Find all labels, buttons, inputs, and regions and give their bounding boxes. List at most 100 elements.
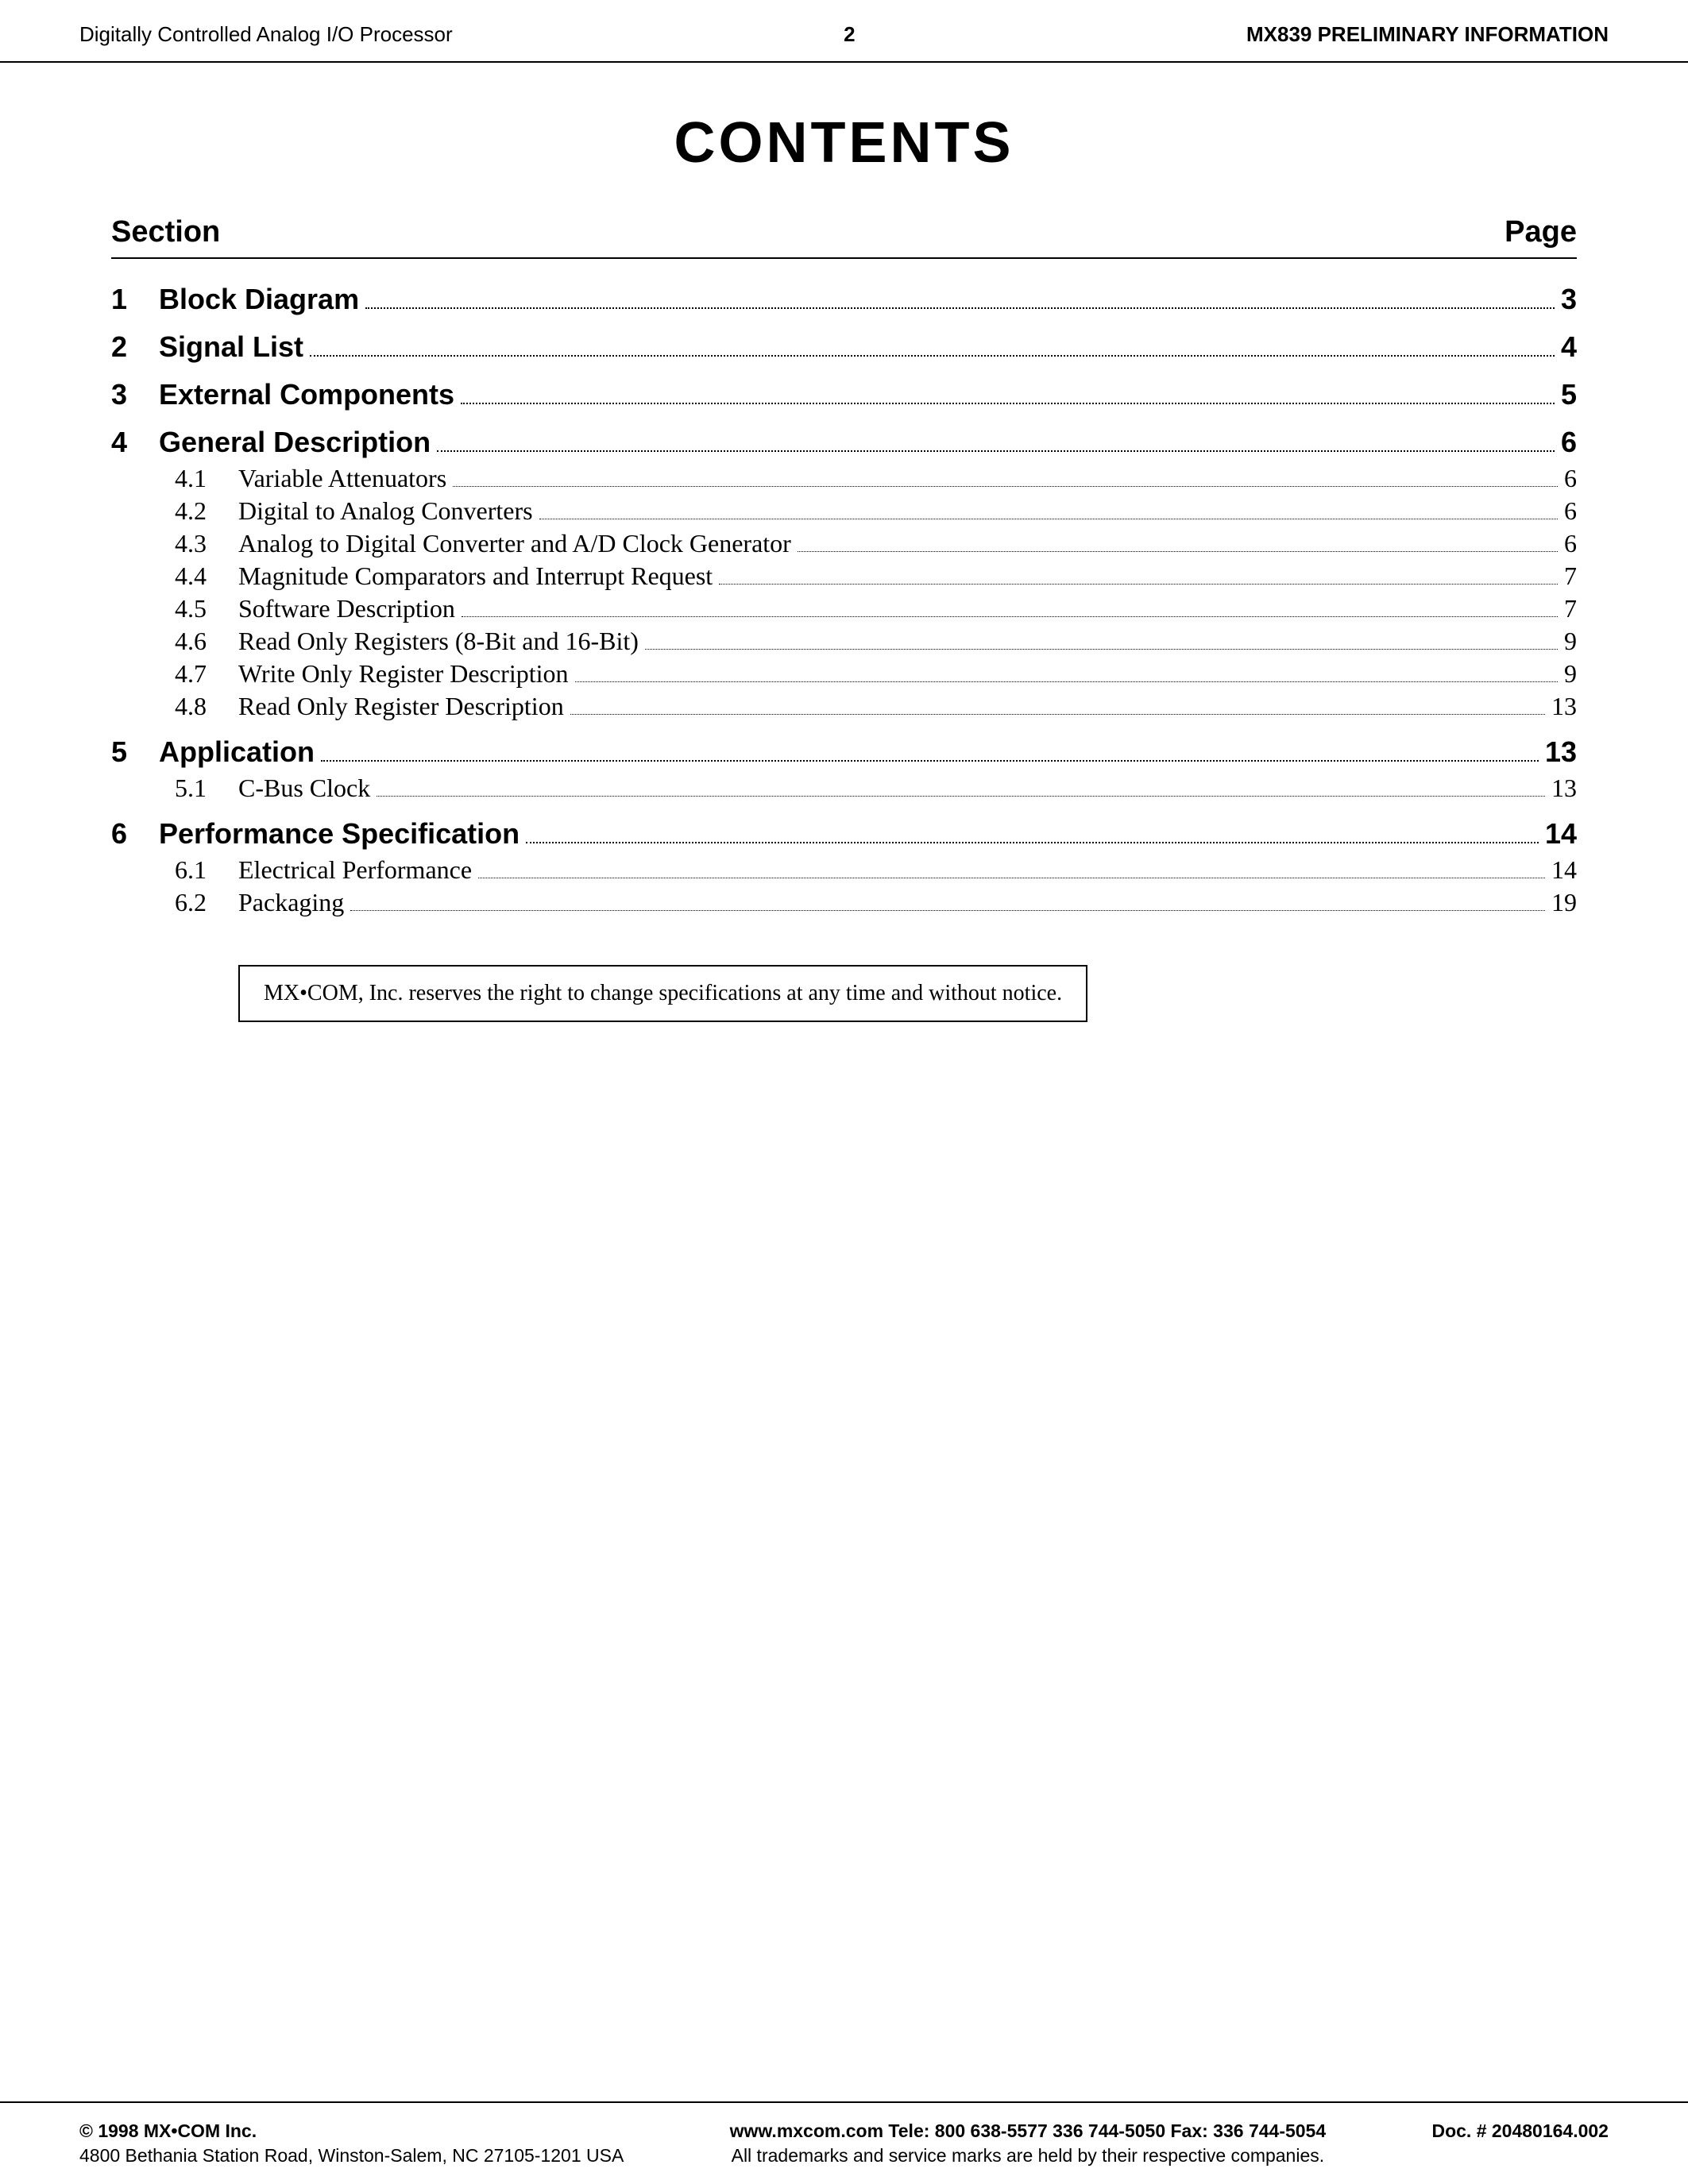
toc-sub-title: Magnitude Comparators and Interrupt Requ…	[238, 561, 713, 591]
toc-sub-entry: 4.6Read Only Registers (8-Bit and 16-Bit…	[111, 627, 1577, 656]
toc-sub-page: 13	[1551, 774, 1577, 803]
toc-sub-num: 4.4	[175, 561, 238, 591]
toc-sub-title: Read Only Register Description	[238, 692, 564, 721]
toc-sub-page: 9	[1564, 627, 1577, 656]
toc-sub-entry: 4.5Software Description 7	[111, 594, 1577, 623]
toc-sub-title: Variable Attenuators	[238, 464, 446, 493]
header-right-text: MX839 PRELIMINARY INFORMATION	[1246, 22, 1609, 47]
toc-entry: 4General Description6	[111, 426, 1577, 459]
toc-entry-page: 6	[1561, 426, 1577, 459]
footer-address: 4800 Bethania Station Road, Winston-Sale…	[79, 2145, 624, 2167]
toc-entry-num: 3	[111, 378, 159, 411]
toc-sub-dots	[798, 551, 1558, 552]
toc-sub-num: 4.5	[175, 594, 238, 623]
toc-sub-title: C-Bus Clock	[238, 774, 370, 803]
toc-entry-page: 3	[1561, 283, 1577, 316]
footer-left: © 1998 MX•COM Inc. 4800 Bethania Station…	[79, 2120, 624, 2167]
toc-sub-num: 6.2	[175, 888, 238, 917]
toc-entry-num: 1	[111, 283, 159, 316]
toc-sub-page: 19	[1551, 888, 1577, 917]
toc-sub-dots	[462, 616, 1558, 617]
toc-entry: 1Block Diagram 3	[111, 283, 1577, 316]
toc-entry: 6Performance Specification 14	[111, 817, 1577, 851]
toc-sub-page: 13	[1551, 692, 1577, 721]
footer-copyright: © 1998 MX•COM Inc.	[79, 2120, 624, 2142]
toc-sub-num: 4.3	[175, 529, 238, 558]
toc-sub-page: 9	[1564, 659, 1577, 689]
toc-sub-entry: 4.8Read Only Register Description 13	[111, 692, 1577, 721]
toc-header-row: Section Page	[111, 215, 1577, 259]
footer-doc-number: Doc. # 20480164.002	[1431, 2120, 1609, 2142]
toc-entry-dots	[461, 403, 1555, 404]
toc-sub-num: 4.2	[175, 496, 238, 526]
toc-sub-page: 14	[1551, 855, 1577, 885]
toc-entry-num: 5	[111, 735, 159, 769]
toc-sub-entry: 6.2Packaging19	[111, 888, 1577, 917]
toc-sub-page: 7	[1564, 561, 1577, 591]
notice-box: MX•COM, Inc. reserves the right to chang…	[238, 965, 1087, 1022]
toc-sub-title: Software Description	[238, 594, 455, 623]
toc-sub-dots	[453, 486, 1558, 487]
page-footer: © 1998 MX•COM Inc. 4800 Bethania Station…	[0, 2101, 1688, 2184]
toc-entry-dots	[321, 760, 1539, 762]
toc-sub-title: Electrical Performance	[238, 855, 472, 885]
toc-sub-page: 6	[1564, 529, 1577, 558]
toc-entry-dots	[310, 355, 1555, 357]
toc-entry: 2Signal List 4	[111, 330, 1577, 364]
notice-text: MX•COM, Inc. reserves the right to chang…	[264, 981, 1062, 1005]
toc-sub-entry: 4.3Analog to Digital Converter and A/D C…	[111, 529, 1577, 558]
footer-center: www.mxcom.com Tele: 800 638-5577 336 744…	[730, 2120, 1327, 2167]
toc-sub-title: Digital to Analog Converters	[238, 496, 533, 526]
toc-sub-entry: 4.4Magnitude Comparators and Interrupt R…	[111, 561, 1577, 591]
toc-sub-dots	[570, 714, 1545, 715]
toc-entry-title: Signal List	[159, 330, 303, 364]
toc-sub-dots	[350, 910, 1545, 911]
toc-section-label: Section	[111, 215, 220, 249]
toc-sub-num: 4.6	[175, 627, 238, 656]
toc-sub-entry: 5.1C-Bus Clock 13	[111, 774, 1577, 803]
toc-entry-num: 6	[111, 817, 159, 851]
toc-sub-num: 4.8	[175, 692, 238, 721]
toc-sub-title: Read Only Registers (8-Bit and 16-Bit)	[238, 627, 639, 656]
toc-list: 1Block Diagram32Signal List43External Co…	[111, 283, 1577, 917]
toc-entry-title: Block Diagram	[159, 283, 359, 316]
toc-sub-entry: 4.1Variable Attenuators 6	[111, 464, 1577, 493]
toc-page-label: Page	[1505, 215, 1577, 249]
toc-entry-num: 4	[111, 426, 159, 459]
header-left-text: Digitally Controlled Analog I/O Processo…	[79, 22, 453, 47]
page-title: CONTENTS	[111, 110, 1577, 176]
toc-sub-page: 7	[1564, 594, 1577, 623]
toc-sub-entry: 4.2Digital to Analog Converters 6	[111, 496, 1577, 526]
footer-right: Doc. # 20480164.002	[1431, 2120, 1609, 2142]
main-content: CONTENTS Section Page 1Block Diagram 3 2Si…	[0, 63, 1688, 2101]
toc-sub-page: 6	[1564, 496, 1577, 526]
toc-sub-dots	[645, 649, 1558, 650]
toc-entry-dots	[526, 842, 1539, 843]
toc-sub-dots	[575, 681, 1559, 682]
toc-sub-title: Analog to Digital Converter and A/D Cloc…	[238, 529, 791, 558]
toc-entry: 5Application 13	[111, 735, 1577, 769]
page-header: Digitally Controlled Analog I/O Processo…	[0, 0, 1688, 63]
page: Digitally Controlled Analog I/O Processo…	[0, 0, 1688, 2184]
toc-sub-num: 4.7	[175, 659, 238, 689]
toc-sub-num: 4.1	[175, 464, 238, 493]
toc-sub-page: 6	[1564, 464, 1577, 493]
footer-website: www.mxcom.com Tele: 800 638-5577 336 744…	[730, 2120, 1327, 2142]
toc-entry-title: Application	[159, 735, 315, 769]
toc-entry: 3External Components5	[111, 378, 1577, 411]
toc-entry-dots	[437, 450, 1555, 452]
toc-entry-title: Performance Specification	[159, 817, 520, 851]
toc-sub-dots	[377, 796, 1545, 797]
toc-sub-entry: 4.7Write Only Register Description9	[111, 659, 1577, 689]
toc-entry-title: External Components	[159, 378, 454, 411]
toc-sub-num: 6.1	[175, 855, 238, 885]
toc-sub-dots	[719, 584, 1558, 585]
toc-entry-dots	[365, 307, 1555, 309]
toc-entry-page: 4	[1561, 330, 1577, 364]
toc-entry-page: 13	[1545, 735, 1577, 769]
footer-trademark: All trademarks and service marks are hel…	[730, 2145, 1327, 2167]
toc-sub-num: 5.1	[175, 774, 238, 803]
toc-entry-num: 2	[111, 330, 159, 364]
toc-entry-page: 14	[1545, 817, 1577, 851]
header-page-number: 2	[844, 22, 855, 47]
